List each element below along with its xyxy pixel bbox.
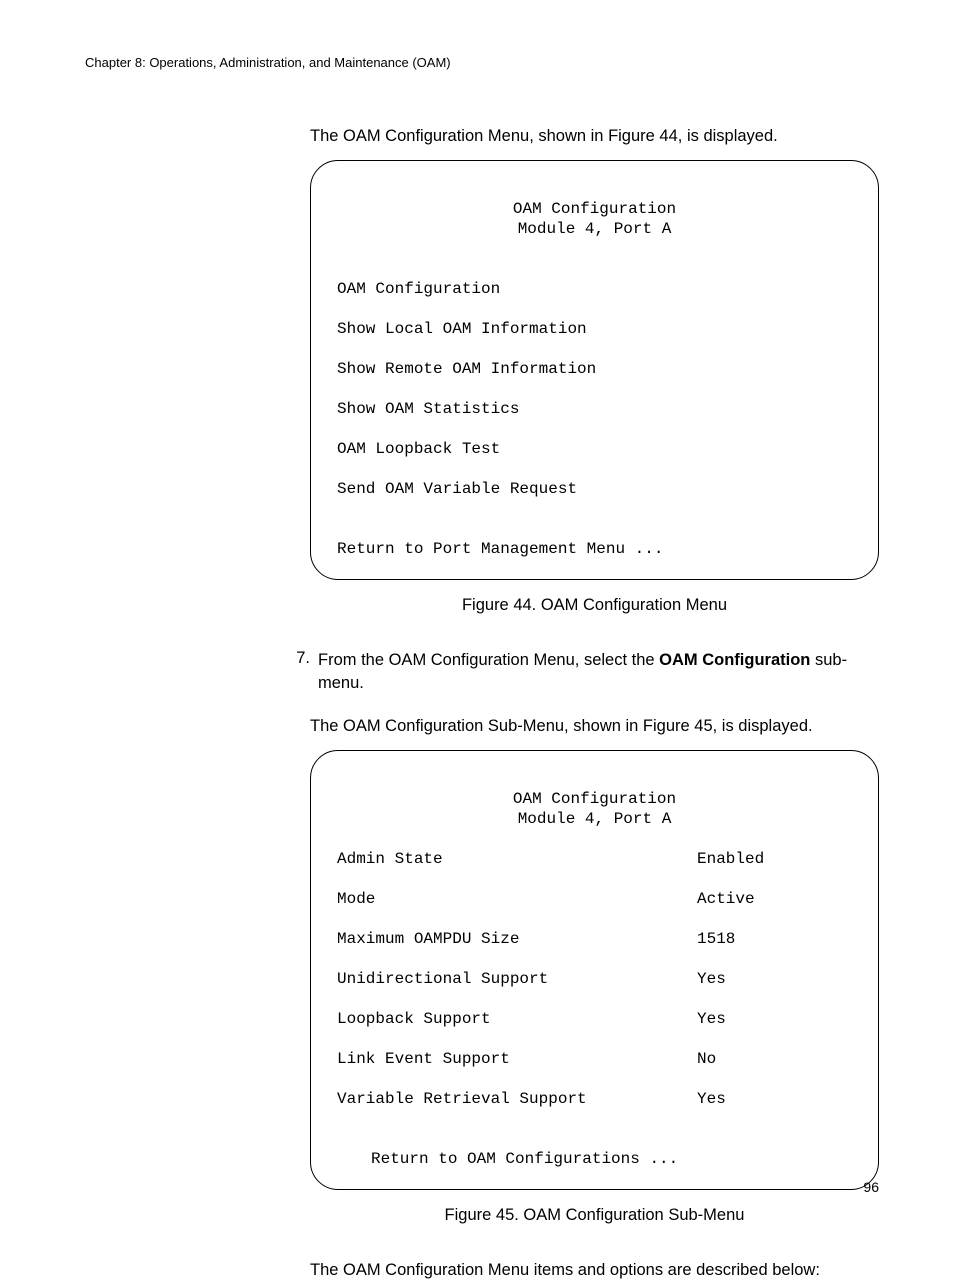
step-7-text-bold: OAM Configuration [659,651,810,669]
chapter-header: Chapter 8: Operations, Administration, a… [85,55,879,70]
kv-value: 1518 [697,929,735,949]
figure-44-item: Show Remote OAM Information [337,360,596,378]
kv-value: No [697,1049,716,1069]
kv-label: Admin State [337,849,697,869]
figure-45-return: Return to OAM Configurations ... [337,1150,678,1168]
figure-44-item: OAM Configuration [337,280,500,298]
figure-44-title: OAM Configuration [337,199,852,219]
step-7: 7. From the OAM Configuration Menu, sele… [282,649,879,695]
kv-label: Loopback Support [337,1009,697,1029]
kv-label: Maximum OAMPDU Size [337,929,697,949]
figure-45-subtitle: Module 4, Port A [337,809,852,829]
kv-value: Enabled [697,849,764,869]
kv-value: Yes [697,969,726,989]
figure-44-return: Return to Port Management Menu ... [337,540,663,558]
figure-45-caption: Figure 45. OAM Configuration Sub-Menu [310,1206,879,1225]
figure-44-subtitle: Module 4, Port A [337,219,852,239]
step-7-number: 7. [282,649,310,668]
figure-44-item: OAM Loopback Test [337,440,500,458]
kv-value: Yes [697,1089,726,1109]
figure-44-caption: Figure 44. OAM Configuration Menu [310,596,879,615]
figure-45-title: OAM Configuration [337,789,852,809]
kv-label: Variable Retrieval Support [337,1089,697,1109]
figure-45-box: OAM ConfigurationModule 4, Port A Admin … [310,750,879,1190]
figure-44-item: Send OAM Variable Request [337,480,577,498]
figure-44-box: OAM ConfigurationModule 4, Port A OAM Co… [310,160,879,580]
step-7-text-prefix: From the OAM Configuration Menu, select … [318,651,659,669]
kv-label: Unidirectional Support [337,969,697,989]
figure-44-item: Show OAM Statistics [337,400,519,418]
intro-text-1: The OAM Configuration Menu, shown in Fig… [310,125,879,148]
page-number: 96 [863,1179,879,1195]
kv-value: Yes [697,1009,726,1029]
kv-value: Active [697,889,755,909]
outro-text: The OAM Configuration Menu items and opt… [310,1259,879,1282]
intro-text-2: The OAM Configuration Sub-Menu, shown in… [310,715,879,738]
kv-label: Link Event Support [337,1049,697,1069]
figure-44-item: Show Local OAM Information [337,320,587,338]
kv-label: Mode [337,889,697,909]
